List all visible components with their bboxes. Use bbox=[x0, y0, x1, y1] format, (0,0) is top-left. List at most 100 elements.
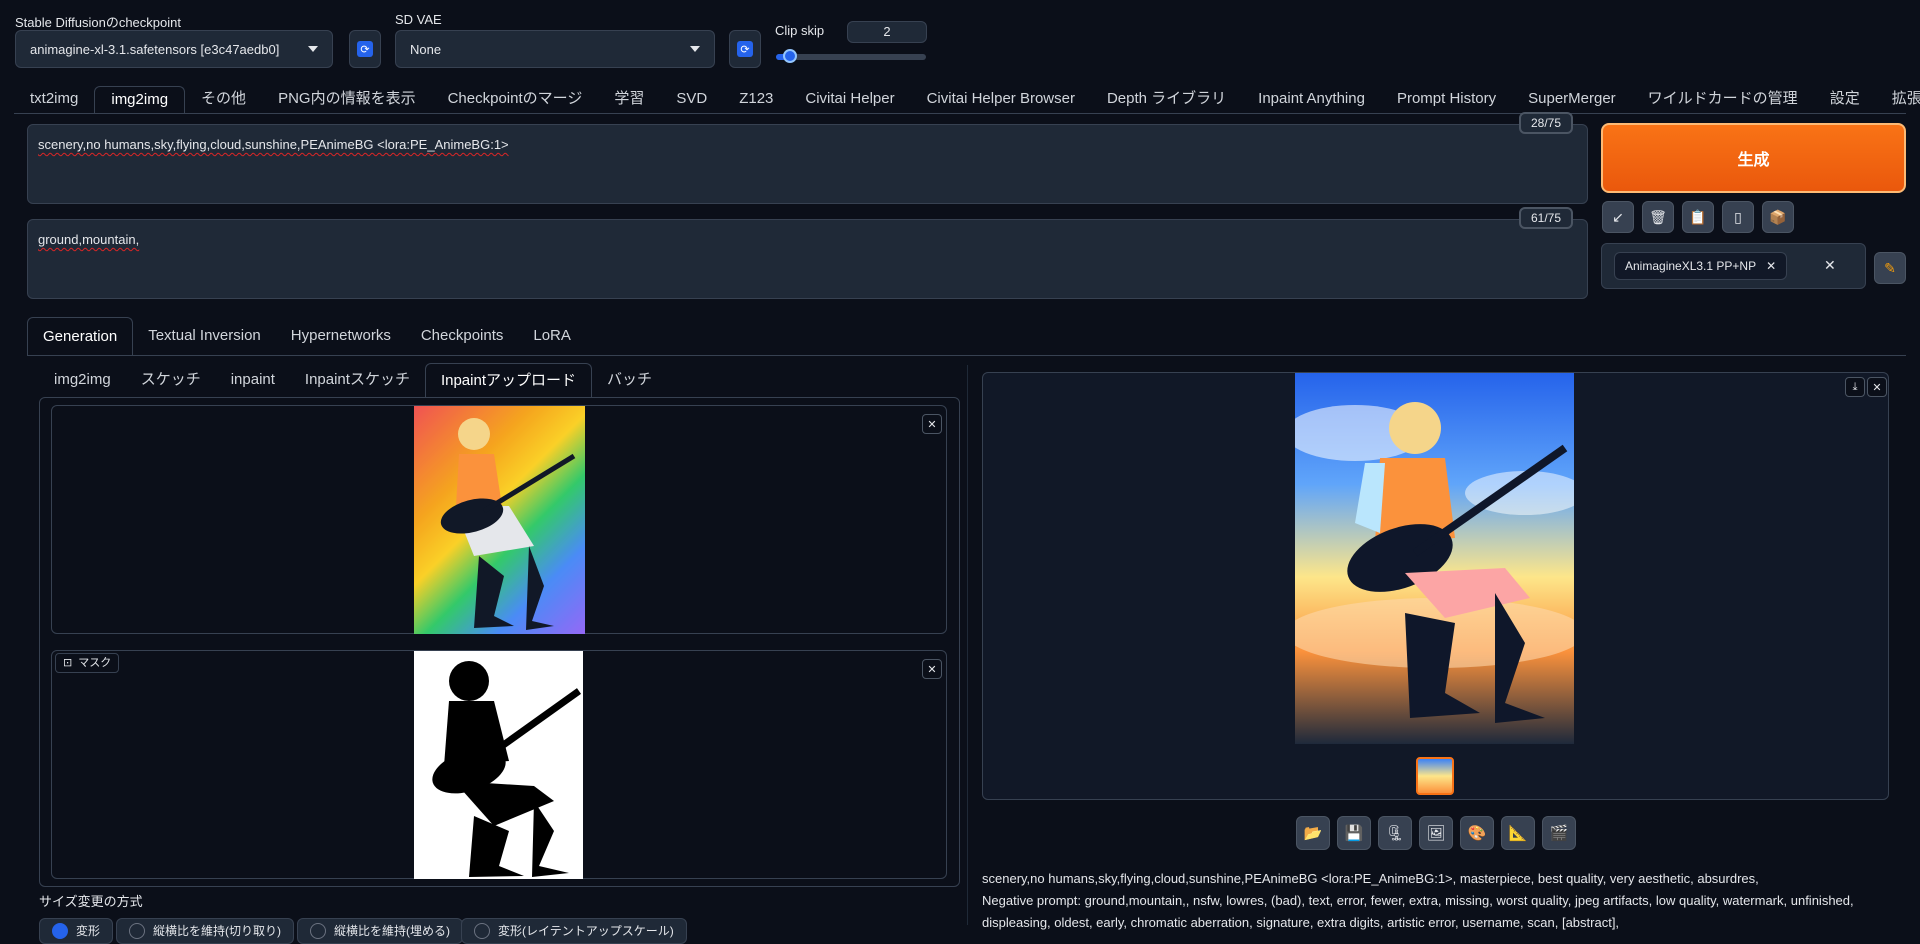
tab-inpaint-anything[interactable]: Inpaint Anything bbox=[1242, 86, 1381, 114]
tab-mode-inpaint-sketch[interactable]: Inpaintスケッチ bbox=[290, 363, 425, 397]
source-image bbox=[414, 406, 585, 634]
send-to-svd-button[interactable]: 🎬 bbox=[1542, 816, 1576, 850]
save-style-button[interactable]: 📦 bbox=[1762, 201, 1794, 233]
negative-prompt-textarea[interactable]: ground,mountain, bbox=[27, 219, 1588, 299]
ruler-icon: 📐 bbox=[1508, 825, 1528, 842]
info-line: scenery,no humans,sky,flying,cloud,sunsh… bbox=[982, 871, 1759, 886]
remove-style-icon[interactable]: ✕ bbox=[1766, 259, 1776, 273]
close-icon[interactable]: ✕ bbox=[1867, 377, 1887, 397]
send-to-extras-button[interactable]: 📐 bbox=[1501, 816, 1535, 850]
clear-styles-icon[interactable]: ✕ bbox=[1824, 257, 1836, 274]
refresh-vae-button[interactable]: ⟳ bbox=[729, 30, 761, 68]
vae-value: None bbox=[410, 41, 442, 57]
tab-mode-inpaint-upload[interactable]: Inpaintアップロード bbox=[424, 363, 592, 397]
tab-train[interactable]: 学習 bbox=[598, 86, 660, 114]
style-chip[interactable]: AnimagineXL3.1 PP+NP ✕ bbox=[1614, 252, 1788, 280]
tab-checkpoint-merge[interactable]: Checkpointのマージ bbox=[432, 86, 599, 114]
section-tabs: Generation Textual Inversion Hypernetwor… bbox=[27, 317, 586, 355]
refresh-icon: ⟳ bbox=[357, 41, 373, 57]
tab-prompt-history[interactable]: Prompt History bbox=[1381, 86, 1512, 114]
radio-unselected bbox=[129, 923, 145, 939]
pencil-icon: ✎ bbox=[1884, 259, 1896, 276]
tab-settings[interactable]: 設定 bbox=[1814, 86, 1876, 114]
tab-img2img[interactable]: img2img bbox=[94, 86, 186, 114]
read-params-button[interactable]: ↙ bbox=[1602, 201, 1634, 233]
resize-option-latent[interactable]: 変形(レイテントアップスケール) bbox=[461, 918, 687, 944]
tab-generation[interactable]: Generation bbox=[27, 317, 134, 355]
image-icon: 🖼 bbox=[1426, 825, 1446, 842]
prompt-token-counter: 28/75 bbox=[1519, 112, 1574, 134]
mask-image-upload[interactable]: ⊡ マスク ✕ bbox=[51, 650, 947, 879]
apply-styles-button[interactable]: 📋 bbox=[1682, 201, 1714, 233]
clipskip-slider[interactable] bbox=[776, 49, 926, 63]
folder-icon: 📂 bbox=[1303, 825, 1323, 842]
resize-option-fill[interactable]: 縦横比を維持(埋める) bbox=[297, 918, 463, 944]
tab-hypernetworks[interactable]: Hypernetworks bbox=[276, 317, 406, 355]
resize-option-label: 変形(レイテントアップスケール) bbox=[498, 924, 674, 938]
tab-supermerger[interactable]: SuperMerger bbox=[1512, 86, 1632, 114]
tab-wildcards[interactable]: ワイルドカードの管理 bbox=[1632, 86, 1814, 114]
tab-mode-batch[interactable]: バッチ bbox=[592, 363, 667, 397]
close-icon[interactable]: ✕ bbox=[922, 659, 942, 679]
tab-z123[interactable]: Z123 bbox=[723, 86, 789, 114]
info-line: Negative prompt: ground,mountain,, nsfw,… bbox=[982, 893, 1854, 908]
resize-option-stretch[interactable]: 変形 bbox=[39, 918, 114, 944]
tab-textual-inversion[interactable]: Textual Inversion bbox=[133, 317, 276, 355]
tab-civitai-helper[interactable]: Civitai Helper bbox=[789, 86, 910, 114]
tab-civitai-helper-browser[interactable]: Civitai Helper Browser bbox=[911, 86, 1091, 114]
output-thumbnail[interactable] bbox=[1416, 757, 1454, 795]
package-icon: 🗜 bbox=[1385, 825, 1405, 842]
resize-option-crop[interactable]: 縦横比を維持(切り取り) bbox=[116, 918, 294, 944]
clapper-icon: 🎬 bbox=[1549, 825, 1569, 842]
negative-prompt-text: ground,mountain, bbox=[38, 232, 140, 247]
output-gallery: ⤓ ✕ bbox=[982, 372, 1889, 800]
source-image-upload[interactable]: ✕ bbox=[51, 405, 947, 634]
refresh-checkpoint-button[interactable]: ⟳ bbox=[349, 30, 381, 68]
open-folder-button[interactable]: 📂 bbox=[1296, 816, 1330, 850]
tab-mode-inpaint[interactable]: inpaint bbox=[216, 363, 290, 397]
clear-prompt-button[interactable]: 🗑 bbox=[1642, 201, 1674, 233]
output-image[interactable] bbox=[1295, 373, 1574, 744]
prompt-textarea[interactable]: scenery,no humans,sky,flying,cloud,sunsh… bbox=[27, 124, 1588, 204]
extra-networks-button[interactable]: ▯ bbox=[1722, 201, 1754, 233]
clipskip-label: Clip skip bbox=[775, 23, 825, 38]
slider-handle[interactable] bbox=[782, 49, 797, 63]
radio-selected bbox=[52, 923, 68, 939]
tab-extensions[interactable]: 拡張機能 bbox=[1876, 86, 1920, 114]
tabs-divider bbox=[14, 113, 1906, 114]
resize-option-label: 縦横比を維持(切り取り) bbox=[153, 924, 281, 938]
resize-option-label: 変形 bbox=[76, 924, 101, 938]
download-icon[interactable]: ⤓ bbox=[1845, 377, 1865, 397]
generate-button[interactable]: 生成 bbox=[1601, 123, 1906, 193]
radio-unselected bbox=[310, 923, 326, 939]
tab-mode-sketch[interactable]: スケッチ bbox=[126, 363, 216, 397]
edit-styles-button[interactable]: ✎ bbox=[1874, 252, 1906, 284]
close-icon[interactable]: ✕ bbox=[922, 414, 942, 434]
tab-png-info[interactable]: PNG内の情報を表示 bbox=[262, 86, 432, 114]
zip-button[interactable]: 🗜 bbox=[1378, 816, 1412, 850]
trash-icon: 🗑 bbox=[1649, 208, 1667, 225]
refresh-icon: ⟳ bbox=[737, 41, 753, 57]
checkpoint-dropdown[interactable]: animagine-xl-3.1.safetensors [e3c47aedb0… bbox=[15, 30, 333, 68]
tab-svd[interactable]: SVD bbox=[660, 86, 723, 114]
save-button[interactable]: 💾 bbox=[1337, 816, 1371, 850]
arrow-icon: ↙ bbox=[1612, 208, 1624, 225]
styles-selector[interactable]: AnimagineXL3.1 PP+NP ✕ ✕ bbox=[1601, 243, 1866, 289]
mask-label: マスク bbox=[78, 657, 112, 669]
tab-lora[interactable]: LoRA bbox=[518, 317, 586, 355]
image-icon: ⊡ bbox=[63, 657, 73, 669]
tab-txt2img[interactable]: txt2img bbox=[14, 86, 94, 114]
clipboard-icon: 📋 bbox=[1689, 208, 1707, 225]
tab-depth-library[interactable]: Depth ライブラリ bbox=[1091, 86, 1242, 114]
resize-option-label: 縦横比を維持(埋める) bbox=[334, 924, 450, 938]
card-icon: ▯ bbox=[1734, 208, 1742, 225]
radio-unselected bbox=[474, 923, 490, 939]
tab-checkpoints[interactable]: Checkpoints bbox=[406, 317, 519, 355]
send-to-img2img-button[interactable]: 🖼 bbox=[1419, 816, 1453, 850]
tab-other[interactable]: その他 bbox=[185, 86, 262, 114]
clipskip-input[interactable]: 2 bbox=[847, 21, 927, 43]
send-to-inpaint-button[interactable]: 🎨 bbox=[1460, 816, 1494, 850]
checkpoint-label: Stable Diffusionのcheckpoint bbox=[15, 15, 181, 30]
vae-dropdown[interactable]: None bbox=[395, 30, 715, 68]
tab-mode-img2img[interactable]: img2img bbox=[39, 363, 126, 397]
